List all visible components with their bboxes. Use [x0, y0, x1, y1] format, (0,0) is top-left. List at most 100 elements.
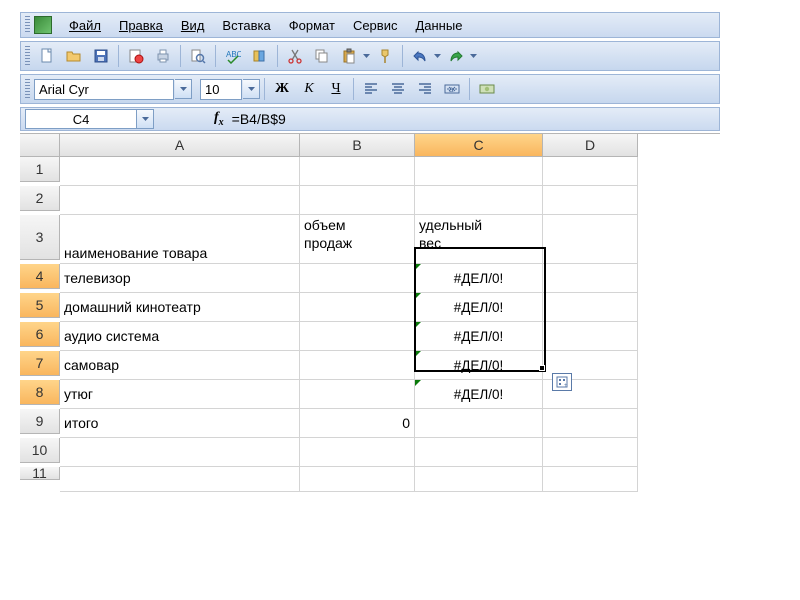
font-name-dropdown[interactable] — [175, 79, 192, 99]
cell[interactable]: утюг — [60, 380, 300, 409]
cell[interactable] — [543, 409, 638, 438]
save-icon[interactable] — [88, 43, 114, 69]
row-header[interactable]: 9 — [20, 409, 60, 434]
row-header[interactable]: 3 — [20, 215, 60, 260]
row-header[interactable]: 4 — [20, 264, 60, 289]
cell[interactable]: итого — [60, 409, 300, 438]
cell[interactable] — [300, 467, 415, 492]
cell[interactable] — [415, 409, 543, 438]
menu-tools[interactable]: Сервис — [344, 16, 407, 35]
cell[interactable]: 0 — [300, 409, 415, 438]
grip[interactable] — [25, 46, 30, 66]
menu-view[interactable]: Вид — [172, 16, 214, 35]
format-painter-icon[interactable] — [372, 43, 398, 69]
select-all-corner[interactable] — [20, 134, 60, 157]
cell[interactable] — [60, 467, 300, 492]
row-header[interactable]: 5 — [20, 293, 60, 318]
print-icon[interactable] — [150, 43, 176, 69]
cell[interactable] — [300, 380, 415, 409]
cell[interactable] — [543, 215, 638, 264]
cell[interactable] — [543, 467, 638, 492]
cell[interactable] — [543, 322, 638, 351]
cell-error[interactable]: #ДЕЛ/0! — [415, 351, 543, 380]
cell[interactable] — [300, 351, 415, 380]
menu-file[interactable]: Файл — [60, 16, 110, 35]
cell[interactable]: домашний кинотеатр — [60, 293, 300, 322]
spellcheck-icon[interactable]: ABC — [220, 43, 246, 69]
menu-data[interactable]: Данные — [406, 16, 471, 35]
cell[interactable]: объем продаж — [300, 215, 415, 264]
currency-icon[interactable] — [474, 76, 500, 102]
undo-dropdown[interactable] — [407, 43, 442, 69]
formula-input[interactable]: =B4/B$9 — [232, 111, 286, 127]
col-header-c[interactable]: C — [415, 134, 543, 157]
grip[interactable] — [25, 16, 30, 34]
cell[interactable] — [543, 264, 638, 293]
cell[interactable] — [300, 186, 415, 215]
menu-edit[interactable]: Правка — [110, 16, 172, 35]
font-name-input[interactable] — [34, 79, 174, 100]
cell[interactable] — [415, 186, 543, 215]
cell[interactable] — [300, 264, 415, 293]
cell[interactable] — [300, 293, 415, 322]
cell[interactable] — [415, 467, 543, 492]
align-right-icon[interactable] — [412, 76, 438, 102]
cell[interactable] — [543, 438, 638, 467]
cut-icon[interactable] — [282, 43, 308, 69]
cell[interactable] — [300, 322, 415, 351]
paste-dropdown[interactable] — [336, 43, 371, 69]
spreadsheet-grid[interactable]: A B C D 1 2 3 наименование товара объем … — [20, 133, 720, 492]
menu-insert[interactable]: Вставка — [213, 16, 279, 35]
name-box-dropdown[interactable] — [137, 109, 154, 129]
col-header-d[interactable]: D — [543, 134, 638, 157]
row-header[interactable]: 2 — [20, 186, 60, 211]
cell[interactable] — [300, 438, 415, 467]
bold-button[interactable]: Ж — [269, 76, 295, 102]
cell[interactable] — [543, 186, 638, 215]
cell[interactable]: аудио система — [60, 322, 300, 351]
autofill-options-icon[interactable]: + — [552, 373, 572, 391]
permission-icon[interactable] — [123, 43, 149, 69]
row-header[interactable]: 6 — [20, 322, 60, 347]
cell-error[interactable]: #ДЕЛ/0! — [415, 380, 543, 409]
menu-format[interactable]: Формат — [280, 16, 344, 35]
grip[interactable] — [25, 79, 30, 99]
cell[interactable] — [60, 438, 300, 467]
underline-button[interactable]: Ч — [323, 76, 349, 102]
cell[interactable] — [415, 157, 543, 186]
name-box[interactable]: C4 — [25, 109, 137, 129]
row-header[interactable]: 7 — [20, 351, 60, 376]
font-size-dropdown[interactable] — [243, 79, 260, 99]
print-preview-icon[interactable] — [185, 43, 211, 69]
cell[interactable]: самовар — [60, 351, 300, 380]
fx-icon[interactable]: fx — [214, 110, 224, 128]
cell[interactable] — [60, 157, 300, 186]
col-header-a[interactable]: A — [60, 134, 300, 157]
cell[interactable] — [543, 293, 638, 322]
align-center-icon[interactable] — [385, 76, 411, 102]
cell-error[interactable]: #ДЕЛ/0! — [415, 322, 543, 351]
cell[interactable] — [60, 186, 300, 215]
row-header[interactable]: 10 — [20, 438, 60, 463]
cell[interactable]: телевизор — [60, 264, 300, 293]
merge-center-icon[interactable]: a — [439, 76, 465, 102]
copy-icon[interactable] — [309, 43, 335, 69]
italic-button[interactable]: К — [296, 76, 322, 102]
row-header[interactable]: 11 — [20, 467, 60, 480]
cell[interactable] — [300, 157, 415, 186]
new-icon[interactable] — [34, 43, 60, 69]
cell[interactable] — [415, 438, 543, 467]
row-header[interactable]: 8 — [20, 380, 60, 405]
cell[interactable]: удельный вес — [415, 215, 543, 264]
col-header-b[interactable]: B — [300, 134, 415, 157]
open-icon[interactable] — [61, 43, 87, 69]
cell[interactable] — [543, 157, 638, 186]
research-icon[interactable] — [247, 43, 273, 69]
align-left-icon[interactable] — [358, 76, 384, 102]
redo-dropdown[interactable] — [443, 43, 478, 69]
cell-error[interactable]: #ДЕЛ/0! — [415, 293, 543, 322]
cell[interactable]: наименование товара — [60, 215, 300, 264]
row-header[interactable]: 1 — [20, 157, 60, 182]
font-size-input[interactable] — [200, 79, 242, 100]
cell-error[interactable]: #ДЕЛ/0! — [415, 264, 543, 293]
